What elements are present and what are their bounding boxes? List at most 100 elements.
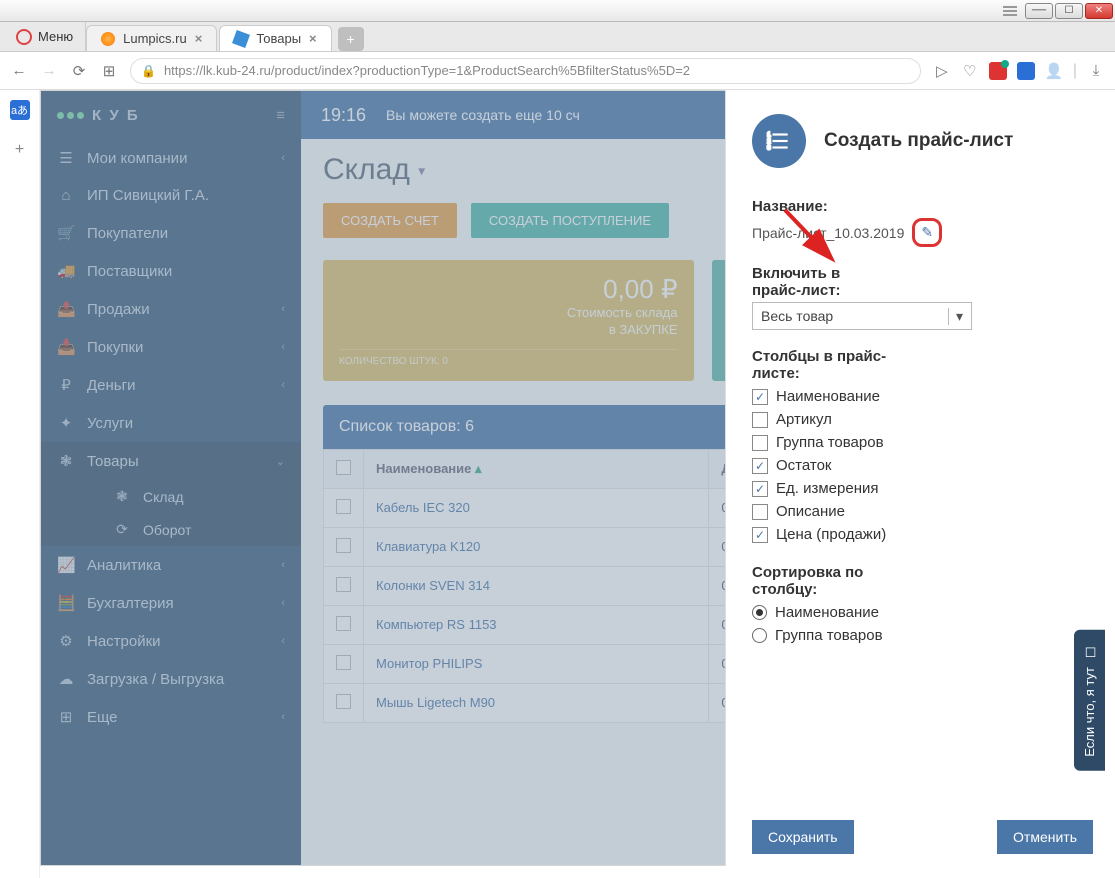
chart-icon: 📈 [57,556,75,574]
row-checkbox[interactable] [336,655,351,670]
row-checkbox[interactable] [336,577,351,592]
row-checkbox[interactable] [336,538,351,553]
checkbox-icon[interactable] [752,504,768,520]
sidebar-item-sales[interactable]: 📤Продажи‹ [41,290,301,328]
product-link[interactable]: Кабель IEC 320 [376,500,470,515]
sort-radio-row[interactable]: Группа товаров [752,624,1079,647]
column-checkbox-row[interactable]: Описание [752,500,1079,523]
column-checkbox-row[interactable]: Артикул [752,408,1079,431]
checkbox-icon[interactable] [752,412,768,428]
sidebar-item-money[interactable]: ₽Деньги‹ [41,366,301,404]
price-list-icon: 123 [752,114,806,168]
opera-icon [16,29,32,45]
sidebar-item-accounting[interactable]: 🧮Бухгалтерия‹ [41,584,301,622]
checkbox-icon[interactable] [752,527,768,543]
chevron-left-icon: ‹ [281,559,285,571]
window-menu-icon[interactable] [1003,6,1017,16]
maximize-button[interactable]: ☐ [1055,3,1083,19]
column-checkbox-row[interactable]: Ед. измерения [752,477,1079,500]
col-name[interactable]: Наименование ▴ [364,449,709,488]
extension-opera-icon[interactable] [989,62,1007,80]
new-tab-button[interactable]: + [338,27,364,51]
forward-button[interactable]: → [40,62,58,79]
name-value: Прайс-лист_10.03.2019 [752,225,904,241]
tab-tovary[interactable]: Товары × [219,25,331,51]
tab-close-icon[interactable]: × [309,31,317,46]
price-list-dialog: 123 Создать прайс-лист Название: Прайс-л… [725,90,1105,866]
sidebar-sub-turnover[interactable]: ⟳Оборот [77,513,301,546]
sidebar-item-buyers[interactable]: 🛒Покупатели [41,214,301,252]
column-checkbox-row[interactable]: Остаток [752,454,1079,477]
url-field[interactable]: 🔒 https://lk.kub-24.ru/product/index?pro… [130,58,921,84]
sidebar-toggle-icon[interactable]: ≡ [276,107,287,124]
checkbox-icon[interactable] [752,435,768,451]
translate-sidebar-icon[interactable]: aあ [10,100,30,120]
list-icon: ☰ [57,149,75,167]
brand-logo-icon [57,112,84,119]
sidebar-item-import[interactable]: ☁Загрузка / Выгрузка [41,660,301,698]
radio-icon[interactable] [752,628,767,643]
row-checkbox[interactable] [336,499,351,514]
chevron-down-icon: ▾ [948,308,963,325]
column-checkbox-row[interactable]: Цена (продажи) [752,523,1079,546]
back-button[interactable]: ← [10,62,28,79]
sidebar-item-products[interactable]: ❃Товары⌄ [41,442,301,480]
send-icon[interactable]: ▷ [933,62,951,80]
speed-dial-button[interactable]: ⊞ [100,62,118,80]
include-select[interactable]: Весь товар ▾ [752,302,972,330]
sidebar-item-services[interactable]: ✦Услуги [41,404,301,442]
feedback-tab[interactable]: Если что, я тут ☐ [1074,630,1105,771]
product-link[interactable]: Мышь Ligetech M90 [376,695,495,710]
row-checkbox[interactable] [336,694,351,709]
dropdown-icon[interactable]: ▾ [418,163,425,179]
save-button[interactable]: Сохранить [752,820,854,854]
home-icon: ⌂ [57,187,75,204]
profile-icon[interactable]: 👤 [1045,62,1063,80]
plus-square-icon: ⊞ [57,708,75,726]
sort-radio-row[interactable]: Наименование [752,601,1079,624]
product-link[interactable]: Клавиатура K120 [376,539,480,554]
chevron-left-icon: ‹ [281,379,285,391]
extension-translate-icon[interactable] [1017,62,1035,80]
checkbox-icon[interactable] [752,481,768,497]
sidebar-item-analytics[interactable]: 📈Аналитика‹ [41,546,301,584]
gear-icon: ⚙ [57,632,75,650]
sidebar-item-companies[interactable]: ☰Мои компании‹ [41,139,301,177]
create-invoice-button[interactable]: СОЗДАТЬ СЧЕТ [323,203,457,238]
sidebar-sub-warehouse[interactable]: ❃Склад [77,480,301,513]
reload-button[interactable]: ⟳ [70,62,88,80]
add-sidebar-icon[interactable]: + [10,140,30,160]
product-link[interactable]: Монитор PHILIPS [376,656,482,671]
cart-icon: 🛒 [57,224,75,242]
sidebar-item-settings[interactable]: ⚙Настройки‹ [41,622,301,660]
minimize-button[interactable]: ── [1025,3,1053,19]
tab-close-icon[interactable]: × [195,31,203,46]
checkbox-icon[interactable] [752,458,768,474]
chevron-down-icon: ⌄ [276,455,285,468]
rouble-icon: ₽ [57,376,75,394]
window-close-button[interactable]: ✕ [1085,3,1113,19]
downloads-icon[interactable]: ⤓ [1087,62,1105,79]
column-checkbox-row[interactable]: Наименование [752,385,1079,408]
lock-icon: 🔒 [141,64,156,78]
sidebar-item-more[interactable]: ⊞Еще‹ [41,698,301,736]
radio-icon[interactable] [752,605,767,620]
checkbox-all[interactable] [336,460,351,475]
row-checkbox[interactable] [336,616,351,631]
chevron-left-icon: ‹ [281,152,285,164]
tab-lumpics[interactable]: Lumpics.ru × [86,25,217,51]
opera-menu-button[interactable]: Меню [4,22,86,51]
kub-favicon-icon [232,30,250,48]
sidebar-item-suppliers[interactable]: 🚚Поставщики [41,252,301,290]
create-receipt-button[interactable]: СОЗДАТЬ ПОСТУПЛЕНИЕ [471,203,669,238]
pencil-icon[interactable]: ✎ [921,224,933,241]
include-label: Включить в прайс-лист: [752,265,892,299]
product-link[interactable]: Колонки SVEN 314 [376,578,490,593]
sidebar-item-ip[interactable]: ⌂ИП Сивицкий Г.А. [41,177,301,214]
bookmark-icon[interactable]: ♡ [961,62,979,80]
cancel-button[interactable]: Отменить [997,820,1093,854]
checkbox-icon[interactable] [752,389,768,405]
column-checkbox-row[interactable]: Группа товаров [752,431,1079,454]
product-link[interactable]: Компьютер RS 1153 [376,617,497,632]
sidebar-item-purchases[interactable]: 📥Покупки‹ [41,328,301,366]
